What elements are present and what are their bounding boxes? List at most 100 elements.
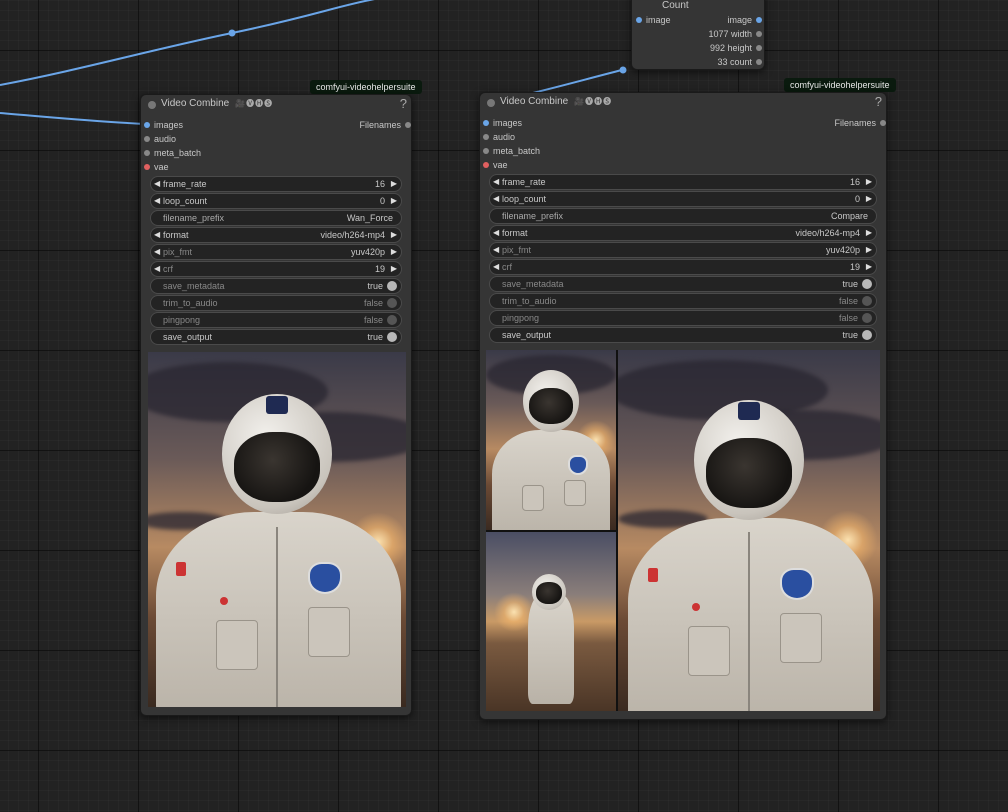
output-slot-image[interactable]: image: [682, 14, 762, 26]
pingpong-toggle[interactable]: pingpong false: [150, 312, 402, 328]
increment-arrow-icon[interactable]: ▶: [391, 177, 397, 191]
decrement-arrow-icon[interactable]: ◀: [493, 175, 499, 189]
toggle-on-icon[interactable]: [862, 279, 872, 289]
output-slot-width[interactable]: 1077 width: [682, 28, 762, 40]
format-combo[interactable]: ◀ format video/h264-mp4 ▶: [489, 225, 877, 241]
prev-option-arrow-icon[interactable]: ◀: [154, 245, 160, 259]
toggle-on-icon[interactable]: [387, 332, 397, 342]
video-preview[interactable]: [148, 352, 406, 707]
video-combine-node-2[interactable]: Video Combine 🎥🅥🅗🅢 ? images audio meta_ba…: [479, 92, 887, 720]
next-option-arrow-icon[interactable]: ▶: [866, 243, 872, 257]
toggle-on-icon[interactable]: [387, 281, 397, 291]
input-port-dot[interactable]: [636, 16, 642, 23]
frame-rate-widget[interactable]: ◀ frame_rate 16 ▶: [150, 176, 402, 192]
input-slot-label: audio: [493, 132, 516, 142]
widget-value: true: [367, 332, 383, 342]
collapse-toggle-icon[interactable]: [487, 99, 495, 107]
output-slot-filenames[interactable]: Filenames: [806, 117, 886, 129]
decrement-arrow-icon[interactable]: ◀: [493, 260, 499, 274]
next-option-arrow-icon[interactable]: ▶: [391, 245, 397, 259]
input-port-dot[interactable]: [144, 135, 150, 142]
save-output-toggle[interactable]: save_output true: [489, 327, 877, 343]
decrement-arrow-icon[interactable]: ◀: [154, 177, 160, 191]
widget-value: 16: [849, 177, 860, 187]
save-metadata-toggle[interactable]: save_metadata true: [489, 276, 877, 292]
output-slot-filenames[interactable]: Filenames: [331, 119, 411, 131]
output-port-dot[interactable]: [880, 119, 886, 126]
input-slot-meta-batch[interactable]: meta_batch: [483, 145, 540, 157]
input-slot-images[interactable]: images: [483, 117, 522, 129]
crf-widget[interactable]: ◀ crf 19 ▶: [489, 259, 877, 275]
toggle-off-icon[interactable]: [862, 296, 872, 306]
loop-count-widget[interactable]: ◀ loop_count 0 ▶: [489, 191, 877, 207]
input-port-dot[interactable]: [144, 149, 150, 156]
pix-fmt-combo[interactable]: ◀ pix_fmt yuv420p ▶: [489, 242, 877, 258]
input-slot-vae[interactable]: vae: [483, 159, 508, 171]
output-slot-count[interactable]: 33 count: [682, 56, 762, 68]
frame-rate-widget[interactable]: ◀ frame_rate 16 ▶: [489, 174, 877, 190]
widget-label: loop_count: [502, 194, 547, 204]
help-button[interactable]: ?: [400, 96, 407, 111]
input-slot-audio[interactable]: audio: [483, 131, 515, 143]
next-option-arrow-icon[interactable]: ▶: [866, 226, 872, 240]
decrement-arrow-icon[interactable]: ◀: [493, 192, 499, 206]
node-title-bar[interactable]: Video Combine 🎥🅥🅗🅢 ?: [480, 93, 886, 113]
loop-count-widget[interactable]: ◀ loop_count 0 ▶: [150, 193, 402, 209]
increment-arrow-icon[interactable]: ▶: [391, 194, 397, 208]
prev-option-arrow-icon[interactable]: ◀: [154, 228, 160, 242]
trim-to-audio-toggle[interactable]: trim_to_audio false: [150, 295, 402, 311]
input-port-dot[interactable]: [144, 121, 150, 128]
input-slot-images[interactable]: images: [144, 119, 183, 131]
input-slot-label: meta_batch: [154, 148, 202, 158]
input-port-dot[interactable]: [483, 147, 489, 154]
save-output-toggle[interactable]: save_output true: [150, 329, 402, 345]
output-port-dot[interactable]: [756, 16, 762, 23]
toggle-on-icon[interactable]: [862, 330, 872, 340]
input-slot-meta-batch[interactable]: meta_batch: [144, 147, 201, 159]
widget-value: false: [838, 296, 858, 306]
pix-fmt-combo[interactable]: ◀ pix_fmt yuv420p ▶: [150, 244, 402, 260]
output-port-dot[interactable]: [756, 44, 762, 51]
input-port-dot[interactable]: [483, 119, 489, 126]
toggle-off-icon[interactable]: [387, 315, 397, 325]
video-combine-node-1[interactable]: Video Combine 🎥🅥🅗🅢 ? images audio meta_ba…: [140, 94, 412, 716]
widget-label: pix_fmt: [163, 247, 193, 257]
input-slot-vae[interactable]: vae: [144, 161, 169, 173]
toggle-off-icon[interactable]: [387, 298, 397, 308]
help-button[interactable]: ?: [875, 94, 882, 109]
prev-option-arrow-icon[interactable]: ◀: [493, 226, 499, 240]
trim-to-audio-toggle[interactable]: trim_to_audio false: [489, 293, 877, 309]
video-preview-compare[interactable]: [486, 350, 880, 711]
increment-arrow-icon[interactable]: ▶: [866, 260, 872, 274]
crf-widget[interactable]: ◀ crf 19 ▶: [150, 261, 402, 277]
output-port-dot[interactable]: [756, 58, 762, 65]
collapse-toggle-icon[interactable]: [148, 101, 156, 109]
increment-arrow-icon[interactable]: ▶: [866, 175, 872, 189]
input-port-dot[interactable]: [483, 133, 489, 140]
filename-prefix-field[interactable]: filename_prefix Wan_Force: [150, 210, 402, 226]
save-metadata-toggle[interactable]: save_metadata true: [150, 278, 402, 294]
decrement-arrow-icon[interactable]: ◀: [154, 262, 160, 276]
next-option-arrow-icon[interactable]: ▶: [391, 228, 397, 242]
input-port-dot[interactable]: [483, 161, 489, 168]
pingpong-toggle[interactable]: pingpong false: [489, 310, 877, 326]
node-title-bar[interactable]: Video Combine 🎥🅥🅗🅢 ?: [141, 95, 411, 115]
format-combo[interactable]: ◀ format video/h264-mp4 ▶: [150, 227, 402, 243]
output-slot-height[interactable]: 992 height: [682, 42, 762, 54]
increment-arrow-icon[interactable]: ▶: [866, 192, 872, 206]
link-reroute-dot: [228, 29, 236, 37]
output-port-dot[interactable]: [405, 121, 411, 128]
input-slot-audio[interactable]: audio: [144, 133, 176, 145]
get-image-size-title: Get Image Size & Count: [662, 0, 689, 11]
widget-label: trim_to_audio: [163, 298, 218, 308]
input-port-dot[interactable]: [144, 163, 150, 170]
input-slot-image[interactable]: image: [636, 14, 671, 26]
toggle-off-icon[interactable]: [862, 313, 872, 323]
prev-option-arrow-icon[interactable]: ◀: [493, 243, 499, 257]
increment-arrow-icon[interactable]: ▶: [391, 262, 397, 276]
filename-prefix-field[interactable]: filename_prefix Compare: [489, 208, 877, 224]
decrement-arrow-icon[interactable]: ◀: [154, 194, 160, 208]
get-image-size-node[interactable]: Get Image Size & Count image image 1077 …: [631, 0, 765, 70]
output-port-dot[interactable]: [756, 30, 762, 37]
widget-label: crf: [502, 262, 512, 272]
